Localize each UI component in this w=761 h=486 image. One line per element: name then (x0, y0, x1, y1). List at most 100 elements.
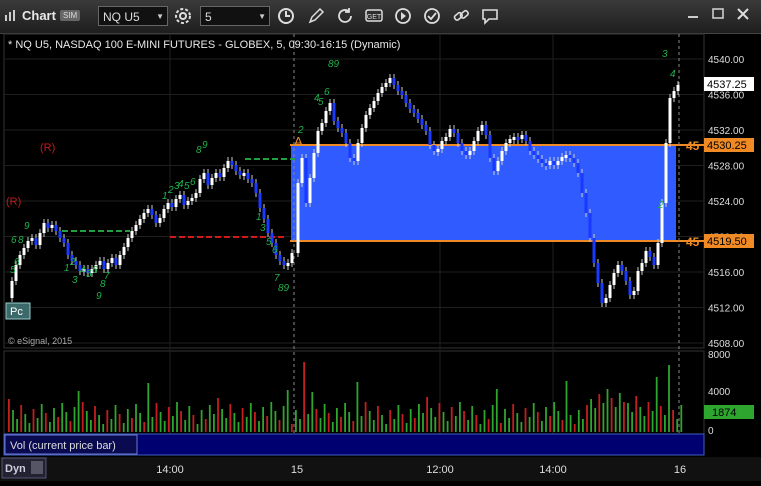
volume-bar (446, 421, 449, 432)
candle-body (560, 157, 564, 161)
candle-body (250, 179, 254, 183)
candle-body (34, 238, 38, 245)
a-marker: A (294, 134, 303, 149)
minimize-icon[interactable] (683, 5, 703, 23)
chevron-down-icon[interactable]: ▼ (156, 7, 164, 27)
volume-bar (614, 407, 617, 432)
sequence-count: 2 (69, 257, 76, 268)
volume-bar (463, 411, 465, 432)
volume-bar (553, 402, 556, 432)
candle-body (266, 219, 270, 233)
candle-body (620, 265, 624, 271)
volume-bar (438, 403, 441, 432)
candle-body (556, 161, 560, 165)
candle-body (282, 261, 286, 265)
volume-bar (98, 415, 100, 432)
sequence-count: 1 (162, 191, 168, 202)
candle-body (22, 248, 26, 255)
candle-body (226, 161, 230, 168)
candle-body (376, 93, 380, 101)
link-icon[interactable] (452, 7, 470, 25)
volume-bar (676, 419, 679, 432)
sequence-count: 6 (11, 235, 17, 246)
play-icon[interactable] (394, 7, 412, 25)
candle-body (480, 125, 484, 131)
volume-bar (430, 408, 433, 432)
price-chart[interactable]: 5696 81234 5 698712 34 5 68 91356897245689342 *… (0, 33, 761, 481)
candle-body (596, 263, 600, 283)
volume-bar (610, 398, 613, 432)
candle-body (348, 143, 352, 158)
time-tick: 15 (291, 464, 303, 476)
candle-body (636, 271, 640, 291)
sequence-count: 9 (24, 221, 30, 232)
candle-body (150, 209, 154, 215)
volume-bar (65, 412, 68, 432)
interval-input[interactable]: 5 ▼ (200, 6, 270, 26)
candle-body (58, 231, 62, 238)
interval-value: 5 (205, 10, 212, 24)
volume-bar (12, 410, 14, 432)
lock-icon[interactable] (31, 461, 43, 474)
close-icon[interactable] (733, 5, 753, 23)
maximize-icon[interactable] (708, 5, 728, 23)
volume-bar (672, 410, 674, 432)
candle-body (464, 151, 468, 155)
volume-bar (85, 411, 88, 432)
candle-body (278, 255, 282, 261)
candle-body (130, 231, 134, 238)
candle-body (476, 131, 480, 141)
candle-body (460, 143, 464, 151)
candle-body (360, 128, 364, 143)
volume-bar (196, 424, 199, 432)
candle-body (396, 85, 400, 91)
volume-bar (524, 408, 527, 432)
chart-area[interactable]: 5 6 9 6 8 1 2 3 4 5 6 9 8 7 1 2 3 4 5 6 8 9 1 3 5 6 89 7 2 4 5 6 89 3 4 2 *… (0, 33, 761, 481)
volume-bar (299, 419, 301, 432)
candle-body (262, 208, 266, 219)
gear-icon[interactable] (174, 7, 192, 25)
volume-bar (594, 408, 597, 432)
check-icon[interactable] (423, 7, 441, 25)
candle-body (258, 193, 262, 208)
lower-level-value: 4519.50 (707, 236, 747, 248)
volume-bar (213, 414, 215, 432)
volume-bar (20, 405, 23, 432)
volume-bar (573, 424, 576, 432)
custom-icon[interactable]: GET (365, 7, 383, 25)
candle-body (174, 199, 178, 207)
sequence-count: 6 (92, 265, 98, 276)
volume-bar (233, 413, 236, 432)
refresh-icon[interactable] (336, 7, 354, 25)
sequence-count: 2 (167, 185, 174, 196)
note-icon[interactable] (481, 7, 499, 25)
symbol-input[interactable]: NQ U5 ▼ (98, 6, 168, 26)
volume-bar (340, 417, 342, 432)
candle-body (548, 161, 552, 165)
clock-icon[interactable] (277, 7, 295, 25)
candle-body (42, 223, 46, 233)
sequence-count: 89 (328, 59, 340, 70)
candle-body (420, 119, 424, 125)
candle-body (540, 159, 544, 163)
pencil-icon[interactable] (307, 7, 325, 25)
chevron-down-icon[interactable]: ▼ (258, 7, 266, 27)
volume-bar (81, 402, 84, 432)
candle-body (194, 193, 198, 198)
candle-body (324, 111, 328, 123)
candle-body (344, 133, 348, 143)
volume-bar (487, 419, 490, 432)
volume-tick: 0 (708, 426, 714, 437)
candle-body (424, 125, 428, 131)
candle-body (340, 128, 344, 133)
candle-body (532, 151, 536, 155)
sequence-count: 8 (18, 235, 24, 246)
resistance-label-2: (R) (6, 196, 21, 208)
volume-bar (286, 390, 289, 432)
candle-body (364, 115, 368, 128)
time-tick: 14:00 (539, 464, 567, 476)
volume-bar (32, 409, 35, 432)
sequence-count: 6 (14, 257, 20, 268)
sequence-count: 6 (272, 245, 278, 256)
candle-body (38, 233, 42, 245)
